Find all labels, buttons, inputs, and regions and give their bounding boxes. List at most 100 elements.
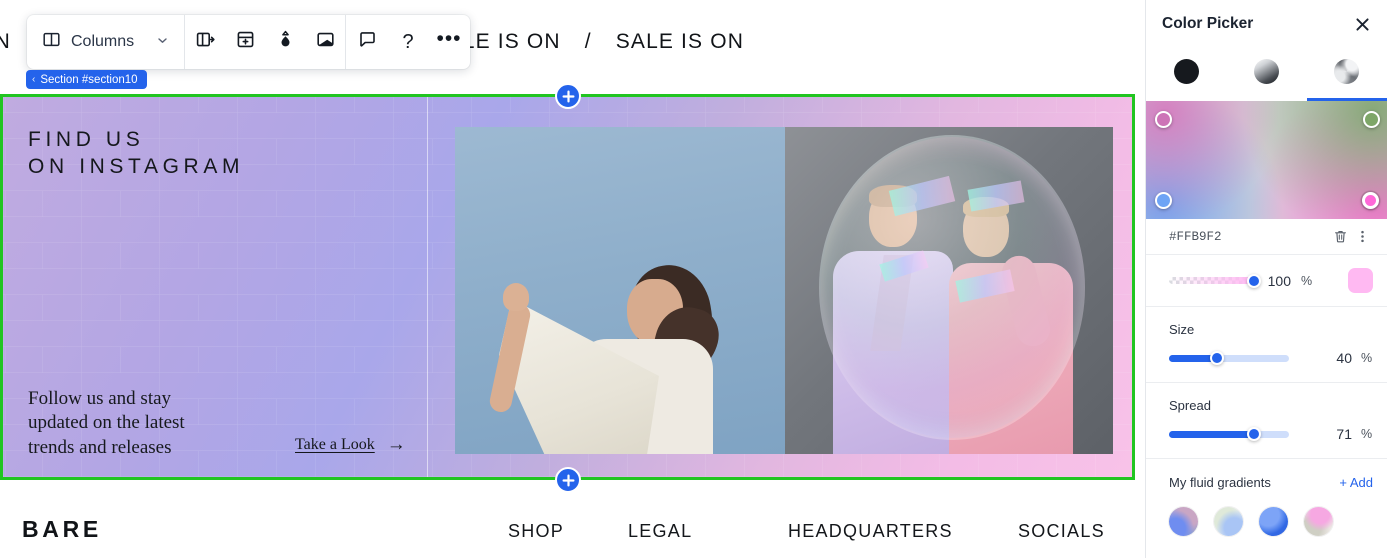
spread-value: 71 (1336, 426, 1352, 442)
fluid-gradient-swatch-list (1169, 507, 1373, 536)
columns-dropdown-label: Columns (71, 33, 135, 50)
linear-gradient-swatch-icon (1253, 59, 1279, 84)
solid-color-mode-tab[interactable] (1146, 48, 1226, 101)
hex-value-input[interactable]: #FFB9F2 (1169, 230, 1329, 244)
fluid-gradient-swatch-icon (1334, 59, 1360, 84)
columns-dropdown[interactable]: Columns (27, 15, 184, 69)
add-section-above-button[interactable] (555, 83, 581, 109)
duplicate-section-button[interactable] (185, 15, 225, 69)
my-fluid-gradients-section: My fluid gradients + Add (1146, 459, 1387, 536)
add-gradient-button[interactable]: + Add (1339, 475, 1373, 490)
photo-detail (869, 185, 917, 207)
panel-arrow-right-icon (196, 30, 215, 54)
chevron-left-icon: ‹ (32, 74, 36, 85)
footer-column-legal[interactable]: LEGAL (628, 521, 692, 542)
section-content: FIND US ON INSTAGRAM Follow us and stay … (3, 97, 1132, 477)
opacity-unit: % (1301, 273, 1313, 288)
spread-control: Spread 71 % (1146, 383, 1387, 459)
toolbar-group-help: ? ••• (346, 15, 470, 69)
site-footer[interactable]: BARE SHOP LEGAL HEADQUARTERS SOCIALS (0, 486, 1145, 558)
comment-button[interactable] (346, 15, 388, 69)
size-slider[interactable] (1169, 351, 1289, 365)
section-text-column[interactable]: FIND US ON INSTAGRAM Follow us and stay … (3, 97, 427, 477)
size-slider-knob[interactable] (1210, 351, 1224, 365)
photo-woman-with-fabric[interactable] (455, 127, 785, 454)
marquee-text: SALE IS ON (615, 30, 745, 53)
photo-detail (963, 197, 1009, 217)
size-control: Size 40 % (1146, 307, 1387, 383)
size-value: 40 (1336, 350, 1352, 366)
help-button[interactable]: ? (388, 15, 428, 69)
plus-icon (562, 474, 574, 486)
fluid-gradients-title: My fluid gradients (1169, 475, 1271, 490)
section-media-column[interactable] (428, 97, 1132, 477)
color-picker-panel: Color Picker #FFB9F2 100 % Size 40 % Spr… (1145, 0, 1387, 558)
fluid-gradient-swatch[interactable] (1214, 507, 1243, 536)
trash-icon[interactable] (1329, 229, 1351, 244)
fluid-gradients-header: My fluid gradients + Add (1169, 475, 1373, 490)
mesh-point-bottom-right[interactable] (1362, 192, 1379, 209)
chevron-down-icon (157, 33, 168, 51)
section-toolbar: Columns ? ••• (27, 15, 470, 69)
footer-column-headquarters[interactable]: HEADQUARTERS (788, 521, 953, 542)
footer-column-shop[interactable]: SHOP (508, 521, 564, 542)
fluid-gradient-mode-tab[interactable] (1306, 48, 1387, 101)
spread-slider-row: 71 % (1169, 426, 1373, 442)
photo-models-in-bubble[interactable] (785, 127, 1113, 454)
solid-color-swatch-icon (1173, 59, 1199, 84)
spread-slider-knob[interactable] (1247, 427, 1262, 441)
image-fill-icon (316, 30, 335, 54)
close-icon[interactable] (1354, 16, 1371, 33)
plus-icon (562, 90, 574, 102)
marquee-separator: / (584, 30, 592, 53)
size-label: Size (1169, 322, 1195, 337)
hex-value-row: #FFB9F2 (1146, 219, 1387, 255)
color-mode-tabs (1146, 48, 1387, 101)
opacity-slider-knob[interactable] (1247, 273, 1261, 288)
kebab-menu-icon[interactable] (1351, 229, 1373, 244)
speech-bubble-icon (358, 30, 377, 54)
section-badge[interactable]: ‹ Section #section10 (26, 70, 147, 89)
fluid-gradient-swatch[interactable] (1169, 507, 1198, 536)
section-subcopy: Follow us and stay updated on the latest… (28, 387, 185, 460)
size-slider-row: 40 % (1169, 350, 1373, 366)
mesh-point-top-right[interactable] (1363, 111, 1380, 128)
spread-slider[interactable] (1169, 427, 1289, 441)
opacity-row: 100 % (1146, 255, 1387, 307)
eyedropper-button[interactable] (265, 15, 305, 69)
mesh-gradient-editor[interactable] (1146, 101, 1387, 219)
editor-window: IS ON / SALE IS ON / SALE IS ON / SALE I… (0, 0, 1387, 558)
arrow-right-icon: → (386, 434, 406, 455)
heading-line-2: ON INSTAGRAM (28, 154, 245, 178)
subcopy-line-2: updated on the latest (28, 412, 185, 434)
question-mark-icon: ? (402, 30, 414, 53)
toolbar-group-section-actions (185, 15, 345, 69)
background-button[interactable] (305, 15, 345, 69)
mesh-point-top-left[interactable] (1155, 111, 1172, 128)
ink-drop-icon (276, 30, 295, 54)
take-a-look-link[interactable]: Take a Look → (295, 435, 406, 454)
size-unit: % (1361, 351, 1373, 365)
opacity-slider[interactable] (1169, 273, 1261, 288)
footer-brand-logo: BARE (22, 516, 102, 542)
color-picker-header: Color Picker (1146, 0, 1387, 48)
linear-gradient-mode-tab[interactable] (1226, 48, 1306, 101)
subcopy-line-1: Follow us and stay (28, 388, 172, 409)
photo-detail (503, 283, 529, 311)
fluid-gradient-swatch[interactable] (1304, 507, 1333, 536)
footer-column-socials[interactable]: SOCIALS (1018, 521, 1105, 542)
photo-gallery (455, 127, 1113, 454)
add-section-below-button[interactable] (555, 467, 581, 493)
spread-label: Spread (1169, 398, 1211, 413)
fluid-gradient-swatch[interactable] (1259, 507, 1288, 536)
spread-unit: % (1361, 427, 1373, 441)
opacity-value: 100 (1267, 272, 1291, 289)
mesh-point-bottom-left[interactable] (1155, 192, 1172, 209)
selected-section[interactable]: FIND US ON INSTAGRAM Follow us and stay … (0, 94, 1135, 480)
color-preview-swatch[interactable] (1348, 268, 1373, 293)
more-options-button[interactable]: ••• (428, 15, 470, 69)
heading-line-1: FIND US (28, 128, 145, 151)
website-canvas[interactable]: IS ON / SALE IS ON / SALE IS ON / SALE I… (0, 0, 1145, 558)
save-section-button[interactable] (225, 15, 265, 69)
spread-slider-fill (1169, 430, 1255, 438)
